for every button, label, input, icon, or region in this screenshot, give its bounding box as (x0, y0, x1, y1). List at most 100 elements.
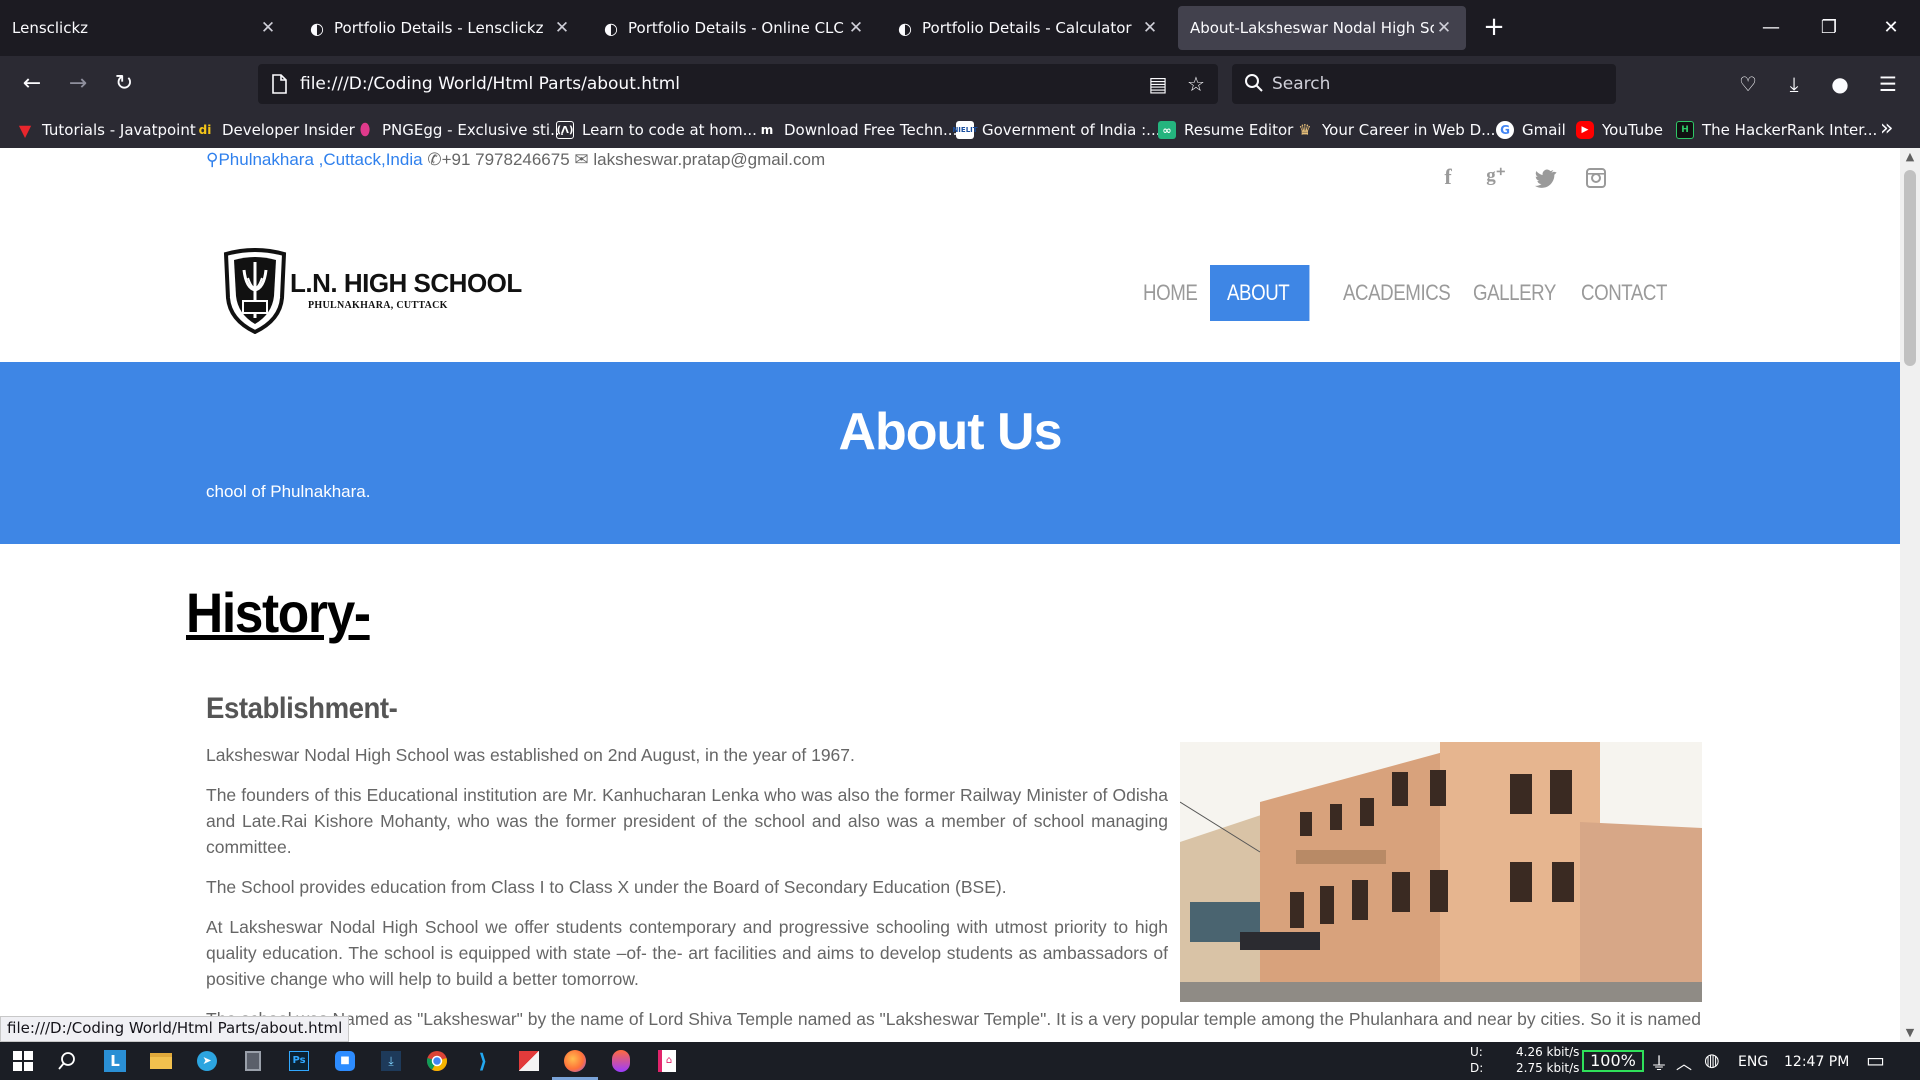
forward-arrow-icon[interactable]: → (62, 68, 94, 100)
bookmark-gmail[interactable]: G Gmail (1496, 118, 1566, 142)
email-address: laksheswar.pratap@gmail.com (593, 150, 826, 169)
bookmark-label: Learn to code at hom... (582, 121, 757, 139)
resume-editor-icon: ∞ (1158, 121, 1176, 139)
tab-portfolio-lensclickz[interactable]: ◐ Portfolio Details - Lensclickz ✕ (294, 6, 584, 50)
windows-taskbar: L ➤ Ps ■ ⤓ ⟩ ⌂ U: D: 4.26 kbit/s 2.75 kb… (0, 1042, 1920, 1080)
twitter-icon[interactable] (1532, 164, 1560, 192)
google-plus-icon[interactable]: g⁺ (1482, 164, 1510, 192)
bookmark-pngegg[interactable]: ⬮ PNGEgg - Exclusive sti... (356, 118, 564, 142)
net-download-label: D: (1470, 1061, 1484, 1075)
close-icon[interactable]: ✕ (1140, 18, 1160, 38)
power-plug-icon[interactable]: ⏚ (1650, 1050, 1668, 1076)
calculator-icon[interactable] (238, 1046, 268, 1076)
page-scrollbar[interactable]: ▲ ▼ (1900, 148, 1920, 1042)
new-tab-icon[interactable]: + (1478, 12, 1510, 44)
search-input[interactable]: Search (1232, 64, 1616, 104)
close-icon[interactable]: ✕ (552, 18, 572, 38)
search-icon (1245, 74, 1263, 92)
restore-icon[interactable]: ❐ (1800, 8, 1858, 48)
file-explorer-icon[interactable] (146, 1046, 176, 1076)
search-icon[interactable] (52, 1046, 82, 1076)
nav-gallery[interactable]: GALLERY (1456, 265, 1573, 321)
close-icon[interactable]: ✕ (846, 18, 866, 38)
freecodecamp-icon: (Λ) (556, 121, 574, 139)
vscode-icon[interactable]: ⟩ (468, 1046, 498, 1076)
tab-portfolio-calculator[interactable]: ◐ Portfolio Details - Calculator ✕ (882, 6, 1172, 50)
bookmark-label: Developer Insider (222, 121, 355, 139)
pocket-icon[interactable]: ♡ (1732, 68, 1764, 100)
school-tagline: PHULNAKHARA, CUTTACK (308, 300, 448, 311)
app-l-icon[interactable]: L (100, 1046, 130, 1076)
search-placeholder: Search (1272, 74, 1331, 94)
minimize-icon[interactable]: — (1742, 8, 1800, 48)
bookmark-download-tech[interactable]: m Download Free Techn... (758, 118, 958, 142)
tray-chevron-up-icon[interactable]: ︿ (1676, 1050, 1692, 1074)
bookmark-label: The HackerRank Inter... (1702, 121, 1878, 139)
bookmark-resume-editor[interactable]: ∞ Resume Editor (1158, 118, 1293, 142)
scroll-down-icon[interactable]: ▼ (1900, 1024, 1920, 1042)
tab-about-active[interactable]: About-Laksheswar Nodal High Schoo ✕ (1178, 6, 1466, 50)
reload-icon[interactable]: ↻ (108, 68, 140, 100)
telegram-icon[interactable]: ➤ (192, 1046, 222, 1076)
downloads-icon[interactable]: ⤓ (1778, 68, 1810, 100)
bookmark-star-icon[interactable]: ☆ (1184, 72, 1208, 96)
page-favicon-icon: ◐ (898, 18, 912, 38)
network-globe-icon[interactable]: ◍ (1704, 1050, 1720, 1071)
location-link[interactable]: Phulnakhara ,Cuttack,India (218, 150, 422, 169)
photoshop-icon[interactable]: Ps (284, 1046, 314, 1076)
windows-start-icon[interactable] (8, 1046, 38, 1076)
tab-title: Portfolio Details - Lensclickz (334, 19, 544, 37)
google-icon: G (1496, 121, 1514, 139)
close-icon[interactable]: ✕ (258, 18, 278, 38)
zoom-icon[interactable]: ■ (330, 1046, 360, 1076)
app-installer-icon[interactable]: ⤓ (376, 1046, 406, 1076)
window-close-icon[interactable]: ✕ (1862, 8, 1920, 48)
paragraph-established: Laksheswar Nodal High School was establi… (206, 745, 855, 765)
address-bar[interactable]: file:///D:/Coding World/Html Parts/about… (258, 64, 1218, 104)
input-language[interactable]: ENG (1738, 1054, 1768, 1070)
bookmark-developer-insider[interactable]: di Developer Insider (196, 118, 355, 142)
nav-home[interactable]: HOME (1126, 265, 1214, 321)
facebook-icon[interactable]: f (1434, 164, 1462, 192)
bookmark-label: Gmail (1522, 121, 1566, 139)
school-crest-logo[interactable] (222, 248, 288, 334)
chevron-more-icon[interactable]: » (1880, 116, 1893, 141)
bookmark-javatpoint[interactable]: ▼ Tutorials - Javatpoint (16, 118, 196, 142)
battery-meter[interactable]: 100% (1582, 1050, 1644, 1072)
back-arrow-icon[interactable]: ← (16, 68, 48, 100)
account-avatar-icon[interactable]: ● (1824, 68, 1856, 100)
nav-contact[interactable]: CONTACT (1564, 265, 1684, 321)
bookmarks-toolbar: ▼ Tutorials - Javatpoint di Developer In… (0, 112, 1920, 148)
brave-icon[interactable] (606, 1046, 636, 1076)
menu-hamburger-icon[interactable]: ☰ (1872, 68, 1904, 100)
instagram-icon[interactable] (1582, 164, 1610, 192)
bookmark-gov-india[interactable]: NIELIT Government of India :... (952, 118, 1161, 142)
nav-academics[interactable]: ACADEMICS (1326, 265, 1467, 321)
notifications-icon[interactable]: ▭ (1866, 1048, 1885, 1072)
bookmark-youtube[interactable]: ▶ YouTube (1576, 118, 1663, 142)
url-text[interactable]: file:///D:/Coding World/Html Parts/about… (300, 74, 680, 94)
system-clock[interactable]: 12:47 PM (1784, 1054, 1849, 1070)
reader-view-icon[interactable]: ▤ (1146, 72, 1170, 96)
tab-title: About-Laksheswar Nodal High Schoo (1190, 19, 1434, 37)
pdf-reader-icon[interactable]: ⌂ (652, 1046, 682, 1076)
bookmark-career-web[interactable]: ♛ Your Career in Web D... (1296, 118, 1495, 142)
tab-lensclickz[interactable]: Lensclickz ✕ (0, 6, 290, 50)
scrollbar-thumb[interactable] (1904, 170, 1916, 366)
navigation-toolbar: ← → ↻ file:///D:/Coding World/Html Parts… (0, 56, 1920, 112)
bookmark-label: Government of India :... (982, 121, 1161, 139)
scroll-up-icon[interactable]: ▲ (1900, 148, 1920, 166)
app-tiles-icon[interactable] (514, 1046, 544, 1076)
javatpoint-icon: ▼ (18, 120, 32, 140)
paragraph-offer: At Laksheswar Nodal High School we offer… (206, 917, 1168, 989)
firefox-icon[interactable] (552, 1046, 598, 1080)
close-icon[interactable]: ✕ (1434, 18, 1454, 38)
bookmark-hackerrank[interactable]: H The HackerRank Inter... (1676, 118, 1877, 142)
bookmark-freecodecamp[interactable]: (Λ) Learn to code at hom... (556, 118, 757, 142)
nav-about-us[interactable]: ABOUT US (1210, 265, 1310, 361)
tab-title: Lensclickz (12, 19, 89, 37)
tab-portfolio-clc[interactable]: ◐ Portfolio Details - Online CLC Sys ✕ (588, 6, 878, 50)
status-link-tooltip: file:///D:/Coding World/Html Parts/about… (0, 1016, 350, 1042)
chrome-icon[interactable] (422, 1046, 452, 1076)
career-icon: ♛ (1298, 121, 1312, 139)
